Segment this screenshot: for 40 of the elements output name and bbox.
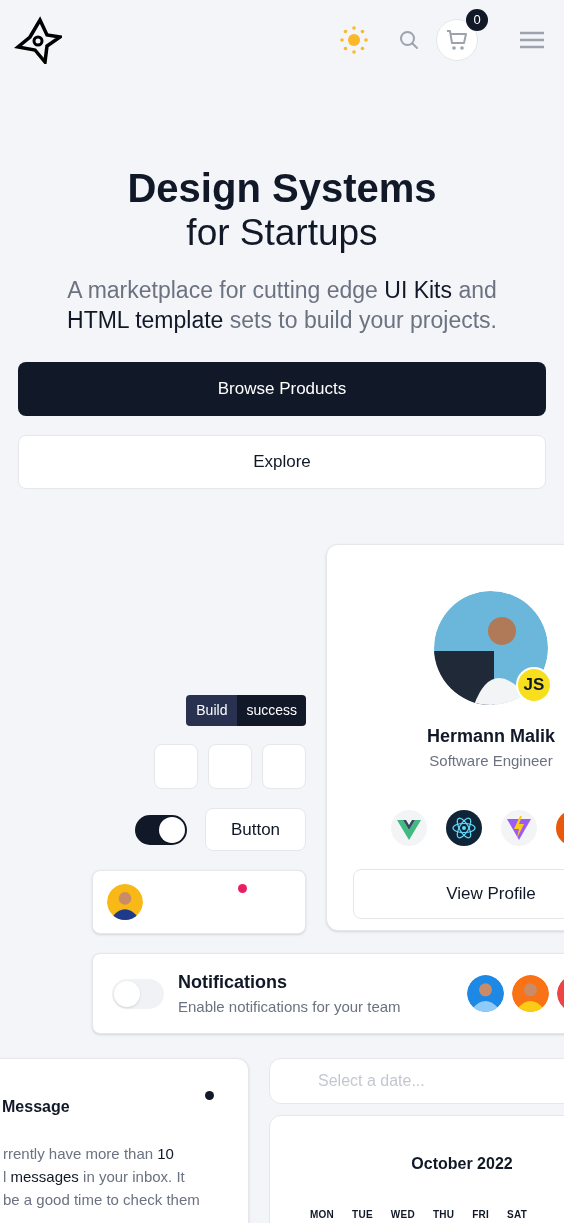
empty-tile	[262, 744, 306, 789]
calendar-month: October 2022	[411, 1154, 513, 1174]
explore-button[interactable]: Explore	[18, 435, 546, 489]
weekday-label: MON	[310, 1208, 335, 1222]
notifications-title: Notifications	[178, 970, 288, 994]
js-badge: JS	[516, 667, 552, 703]
avatar	[107, 884, 143, 920]
hero-description: A marketplace for cutting edge UI Kits and HTML template sets to build your projects.	[66, 276, 498, 335]
weekday-label: SAT	[507, 1208, 528, 1222]
avatar	[467, 975, 504, 1012]
avatar	[512, 975, 549, 1012]
view-profile-button[interactable]: View Profile	[353, 868, 564, 919]
notifications-description: Enable notifications for your team	[178, 996, 402, 1017]
hero-subtitle: for Startups	[186, 211, 378, 255]
plain-button[interactable]: Button	[205, 808, 306, 851]
toggle-switch[interactable]	[135, 814, 187, 845]
message-text: rrently have more than 10 l messages in your inbox. It be a good time to check them	[3, 1144, 201, 1210]
v-logo-icon[interactable]	[390, 809, 427, 846]
profile-role: Software Engineer	[429, 751, 553, 771]
cart-icon	[446, 29, 468, 51]
search-icon[interactable]	[399, 30, 419, 50]
build-status: success	[237, 695, 306, 726]
weekday-label: THU	[432, 1208, 455, 1222]
weekday-label: FRI	[472, 1208, 490, 1222]
message-title: Message	[2, 1097, 71, 1117]
lightning-v-icon[interactable]	[500, 809, 537, 846]
weekday-label: TUE	[352, 1208, 373, 1222]
browse-button[interactable]: Browse Products	[18, 362, 546, 416]
hero-title: Design Systems	[127, 165, 437, 211]
atom-icon[interactable]	[445, 809, 482, 846]
empty-tile	[154, 744, 198, 789]
date-field[interactable]: Select a date...	[269, 1058, 564, 1104]
profile-name: Hermann Malik	[426, 725, 555, 748]
build-label: Build	[186, 695, 238, 726]
toggle-switch[interactable]	[112, 978, 164, 1009]
empty-tile	[208, 744, 252, 789]
menu-icon[interactable]	[520, 31, 544, 49]
star-logo-icon[interactable]	[14, 16, 62, 64]
cart-count-badge: 0	[466, 9, 488, 31]
weekday-label: WED	[390, 1208, 415, 1222]
